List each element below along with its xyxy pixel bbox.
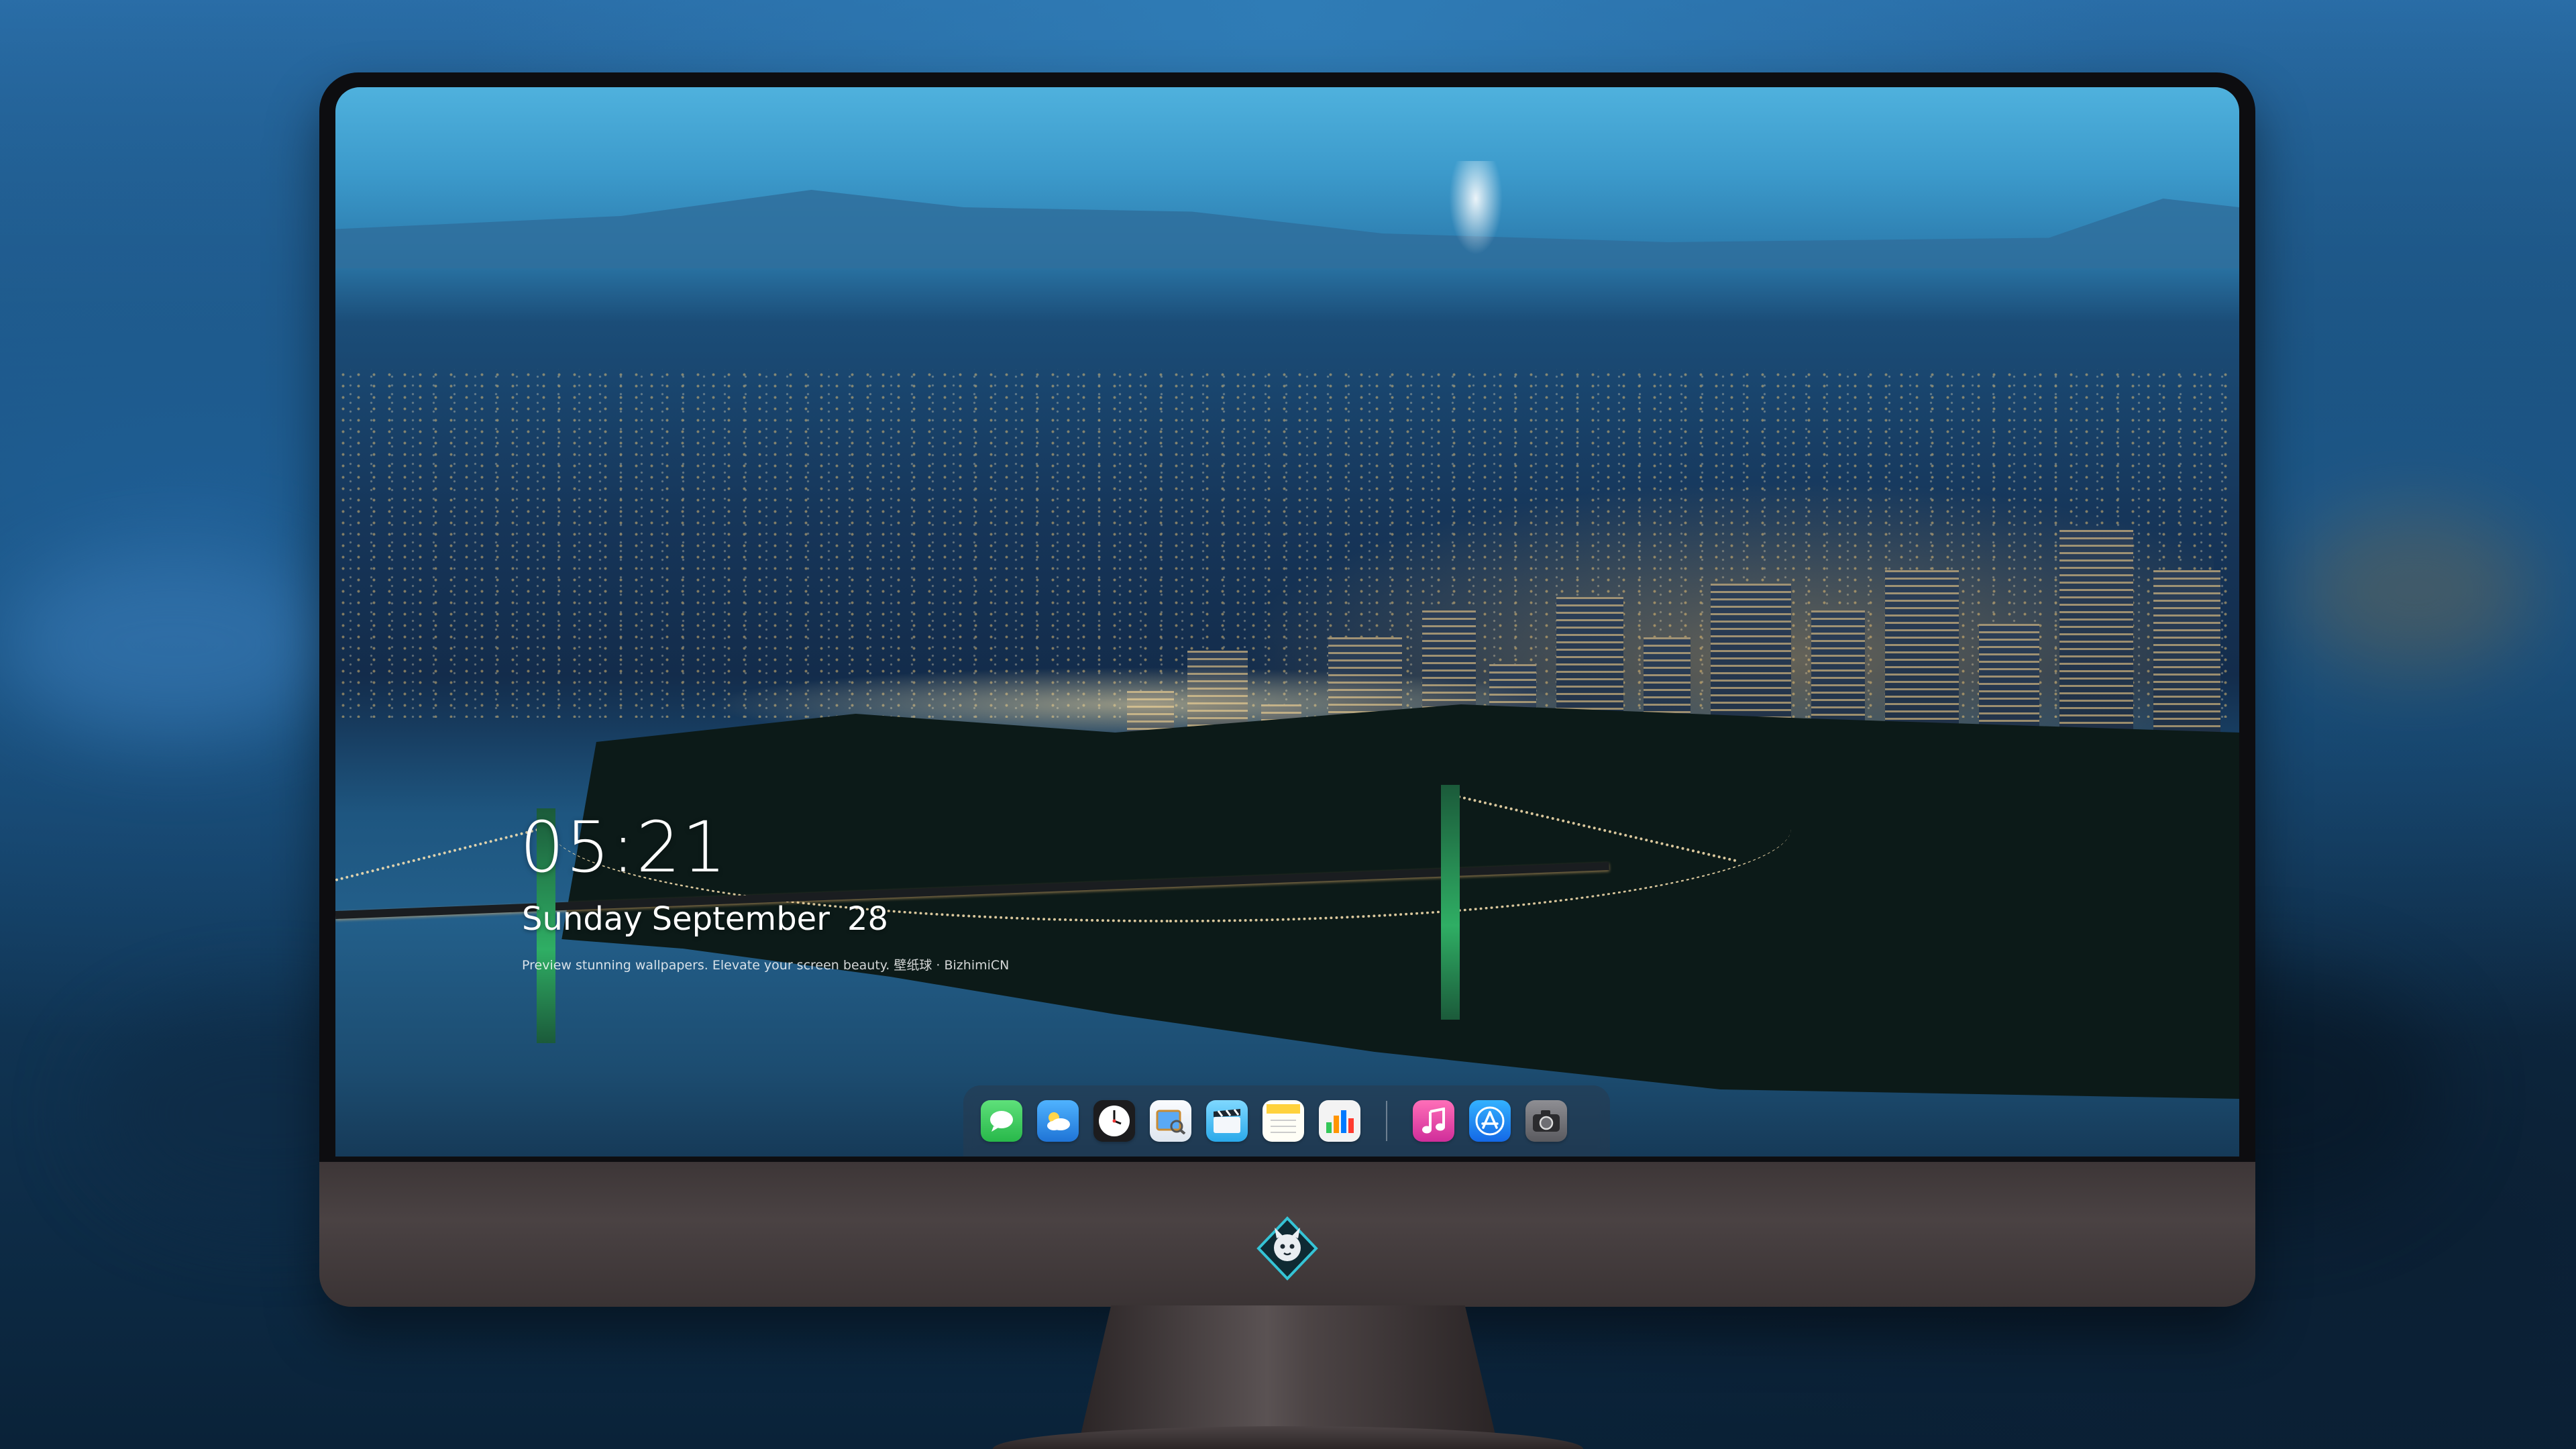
clock-icon[interactable] (1093, 1100, 1135, 1142)
lock-screen-clock: 05:21 (520, 806, 728, 888)
wallpaper-steam (1449, 161, 1503, 255)
weather-icon[interactable] (1037, 1100, 1079, 1142)
camera-icon[interactable] (1525, 1100, 1567, 1142)
dock-separator (1386, 1101, 1387, 1141)
clips-icon[interactable] (1206, 1100, 1248, 1142)
wallpaper (335, 87, 2239, 1157)
lock-screen-date: Sunday September 28 (522, 900, 888, 938)
app-store-icon[interactable] (1469, 1100, 1511, 1142)
bridge-tower (1441, 785, 1460, 1020)
bridge-cable (335, 826, 544, 881)
monitor-chin (319, 1162, 2255, 1307)
monitor-stand-foot (993, 1426, 1583, 1449)
notes-icon[interactable] (1263, 1100, 1304, 1142)
numbers-icon[interactable] (1319, 1100, 1360, 1142)
monitor: 05:21 Sunday September 28 Preview stunning… (319, 72, 2255, 1307)
date-weekday: Sunday (522, 900, 643, 938)
background-blur (2294, 510, 2536, 671)
background-blur (0, 550, 349, 738)
preview-icon[interactable] (1150, 1100, 1191, 1142)
date-day: 28 (847, 900, 888, 938)
brand-mascot-icon (1254, 1216, 1320, 1281)
screen: 05:21 Sunday September 28 Preview stunning… (335, 87, 2239, 1157)
wallpaper-mountains (335, 190, 2239, 268)
dock (963, 1085, 1610, 1157)
wallpaper-tagline: Preview stunning wallpapers. Elevate you… (522, 958, 1010, 973)
date-month: September (651, 900, 830, 938)
music-icon[interactable] (1413, 1100, 1454, 1142)
messages-icon[interactable] (981, 1100, 1022, 1142)
